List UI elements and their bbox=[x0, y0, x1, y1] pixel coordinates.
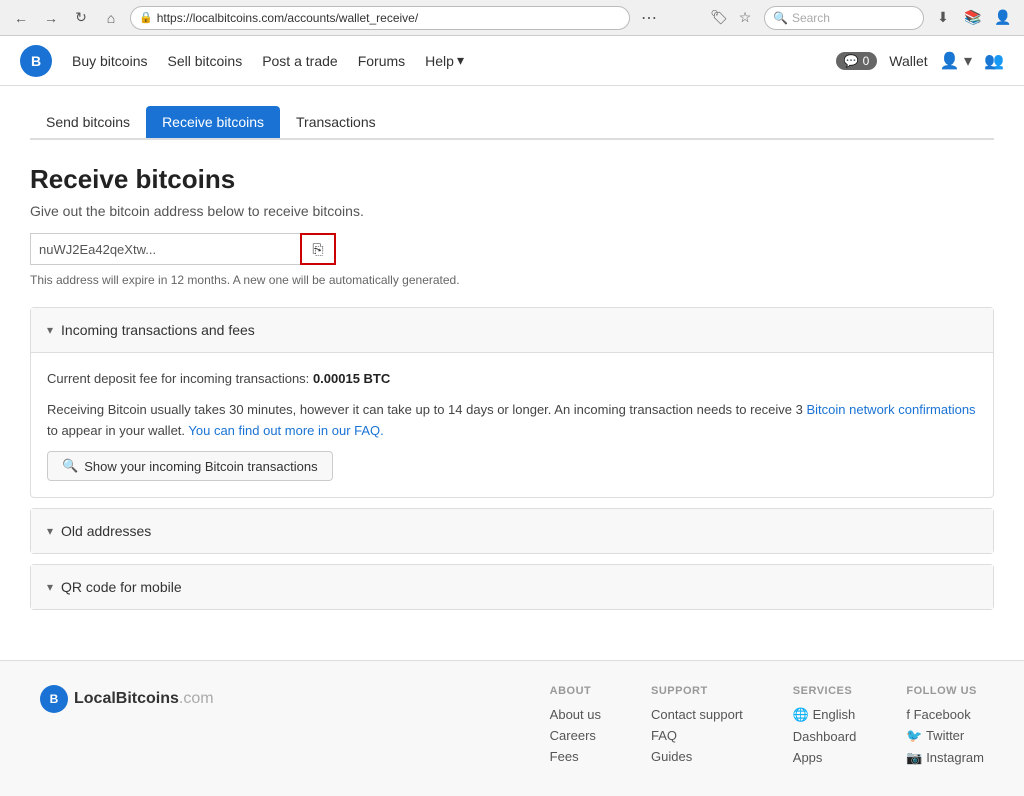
old-addresses-chevron-icon: ▾ bbox=[47, 524, 53, 538]
tab-receive[interactable]: Receive bitcoins bbox=[146, 106, 280, 138]
qr-code-section: ▾ QR code for mobile bbox=[30, 564, 994, 610]
incoming-section-header[interactable]: ▾ Incoming transactions and fees bbox=[31, 308, 993, 352]
show-transactions-label: Show your incoming Bitcoin transactions bbox=[84, 459, 317, 474]
browser-menu-button[interactable]: ⋯ bbox=[638, 7, 660, 29]
reload-button[interactable]: ↻ bbox=[70, 7, 92, 29]
url-text: https://localbitcoins.com/accounts/walle… bbox=[157, 11, 418, 25]
bookmark-icon[interactable]: ☆ bbox=[734, 7, 756, 29]
footer-support-heading: SUPPORT bbox=[651, 685, 743, 697]
incoming-transactions-section: ▾ Incoming transactions and fees Current… bbox=[30, 307, 994, 498]
main-nav: Buy bitcoins Sell bitcoins Post a trade … bbox=[72, 52, 464, 69]
header-right: 💬 0 Wallet 👤 ▾ 👥 bbox=[836, 51, 1004, 71]
footer-faq[interactable]: FAQ bbox=[651, 728, 743, 743]
footer-about-us[interactable]: About us bbox=[550, 707, 601, 722]
library-icon[interactable]: 📚 bbox=[962, 7, 984, 29]
incoming-section-body: Current deposit fee for incoming transac… bbox=[31, 352, 993, 497]
footer-dashboard[interactable]: Dashboard bbox=[793, 729, 857, 744]
download-icon[interactable]: ⬇ bbox=[932, 7, 954, 29]
footer: B LocalBitcoins.com ABOUT About us Caree… bbox=[0, 660, 1024, 796]
info-text-1: Receiving Bitcoin usually takes 30 minut… bbox=[47, 402, 806, 417]
info-paragraph: Receiving Bitcoin usually takes 30 minut… bbox=[47, 400, 977, 442]
footer-logo: B LocalBitcoins.com bbox=[40, 685, 214, 713]
bitcoin-address-input[interactable] bbox=[30, 233, 300, 265]
fee-amount: 0.00015 BTC bbox=[313, 371, 390, 386]
incoming-section-title: Incoming transactions and fees bbox=[61, 322, 255, 338]
help-chevron-icon: ▾ bbox=[457, 52, 464, 69]
footer-follow-heading: FOLLOW US bbox=[906, 685, 984, 697]
profile-icon[interactable]: 👤 bbox=[992, 7, 1014, 29]
secure-icon: 🔒 bbox=[139, 11, 153, 24]
back-button[interactable]: ← bbox=[10, 7, 32, 29]
footer-col-support: SUPPORT Contact support FAQ Guides bbox=[651, 685, 743, 772]
magnifier-icon: 🔍 bbox=[62, 458, 78, 474]
old-addresses-section: ▾ Old addresses bbox=[30, 508, 994, 554]
qr-code-header[interactable]: ▾ QR code for mobile bbox=[31, 565, 993, 609]
browser-chrome: ← → ↻ ⌂ 🔒 https://localbitcoins.com/acco… bbox=[0, 0, 1024, 36]
page-content: Send bitcoins Receive bitcoins Transacti… bbox=[0, 86, 1024, 640]
footer-twitter[interactable]: 🐦 Twitter bbox=[906, 728, 984, 744]
page-title: Receive bitcoins bbox=[30, 164, 994, 195]
footer-careers[interactable]: Careers bbox=[550, 728, 601, 743]
info-text-2: to appear in your wallet. bbox=[47, 423, 188, 438]
fee-label: Current deposit fee for incoming transac… bbox=[47, 371, 309, 386]
faq-link[interactable]: You can find out more in our FAQ. bbox=[188, 423, 383, 438]
logo-icon: B bbox=[20, 45, 52, 77]
search-icon: 🔍 bbox=[773, 11, 788, 25]
old-addresses-title: Old addresses bbox=[61, 523, 151, 539]
nav-post-trade[interactable]: Post a trade bbox=[262, 53, 338, 69]
logo-letter: B bbox=[31, 53, 41, 69]
footer-logo-icon: B bbox=[40, 685, 68, 713]
address-expiry-note: This address will expire in 12 months. A… bbox=[30, 273, 994, 287]
qr-code-chevron-icon: ▾ bbox=[47, 580, 53, 594]
footer-fees[interactable]: Fees bbox=[550, 749, 601, 764]
browser-search[interactable]: 🔍 Search bbox=[764, 6, 924, 30]
footer-col-about: ABOUT About us Careers Fees bbox=[550, 685, 601, 772]
qr-code-title: QR code for mobile bbox=[61, 579, 182, 595]
network-confirmations-link[interactable]: Bitcoin network confirmations bbox=[806, 402, 975, 417]
footer-col-follow: FOLLOW US f Facebook 🐦 Twitter 📷 Instagr… bbox=[906, 685, 984, 772]
site-header: B Buy bitcoins Sell bitcoins Post a trad… bbox=[0, 36, 1024, 86]
copy-address-button[interactable]: ⎘ bbox=[300, 233, 336, 265]
extra-icon[interactable]: 👥 bbox=[984, 51, 1004, 71]
show-transactions-button[interactable]: 🔍 Show your incoming Bitcoin transaction… bbox=[47, 451, 333, 481]
search-placeholder: Search bbox=[792, 11, 830, 25]
nav-buy[interactable]: Buy bitcoins bbox=[72, 53, 147, 69]
chat-icon: 💬 bbox=[844, 54, 859, 68]
forward-button[interactable]: → bbox=[40, 7, 62, 29]
footer-apps[interactable]: Apps bbox=[793, 750, 857, 765]
home-button[interactable]: ⌂ bbox=[100, 7, 122, 29]
chat-badge[interactable]: 💬 0 bbox=[836, 52, 878, 70]
incoming-chevron-icon: ▾ bbox=[47, 323, 53, 337]
footer-col-services: SERVICES 🌐 English Dashboard Apps bbox=[793, 685, 857, 772]
browser-icons: 🏷 ☆ bbox=[708, 7, 756, 29]
url-bar[interactable]: 🔒 https://localbitcoins.com/accounts/wal… bbox=[130, 6, 630, 30]
footer-columns: ABOUT About us Careers Fees SUPPORT Cont… bbox=[550, 685, 984, 772]
address-container: ⎘ bbox=[30, 233, 994, 265]
user-menu-button[interactable]: 👤 ▾ bbox=[940, 51, 972, 71]
tab-send[interactable]: Send bitcoins bbox=[30, 106, 146, 138]
footer-instagram[interactable]: 📷 Instagram bbox=[906, 750, 984, 766]
footer-facebook[interactable]: f Facebook bbox=[906, 707, 984, 722]
footer-about-heading: ABOUT bbox=[550, 685, 601, 697]
nav-help[interactable]: Help ▾ bbox=[425, 52, 464, 69]
copy-icon: ⎘ bbox=[312, 241, 323, 258]
footer-contact-support[interactable]: Contact support bbox=[651, 707, 743, 722]
chat-count: 0 bbox=[863, 54, 870, 68]
logo: B bbox=[20, 45, 52, 77]
pocket-icon[interactable]: 🏷 bbox=[708, 7, 730, 29]
tabs: Send bitcoins Receive bitcoins Transacti… bbox=[30, 106, 994, 140]
footer-inner: B LocalBitcoins.com ABOUT About us Caree… bbox=[40, 685, 984, 772]
fee-paragraph: Current deposit fee for incoming transac… bbox=[47, 369, 977, 390]
tab-transactions[interactable]: Transactions bbox=[280, 106, 392, 138]
old-addresses-header[interactable]: ▾ Old addresses bbox=[31, 509, 993, 553]
page-subtitle: Give out the bitcoin address below to re… bbox=[30, 203, 994, 219]
wallet-link[interactable]: Wallet bbox=[889, 53, 927, 69]
footer-english[interactable]: 🌐 English bbox=[793, 707, 857, 723]
footer-logo-text: LocalBitcoins.com bbox=[74, 690, 214, 708]
nav-forums[interactable]: Forums bbox=[358, 53, 405, 69]
footer-services-heading: SERVICES bbox=[793, 685, 857, 697]
footer-guides[interactable]: Guides bbox=[651, 749, 743, 764]
nav-sell[interactable]: Sell bitcoins bbox=[167, 53, 242, 69]
